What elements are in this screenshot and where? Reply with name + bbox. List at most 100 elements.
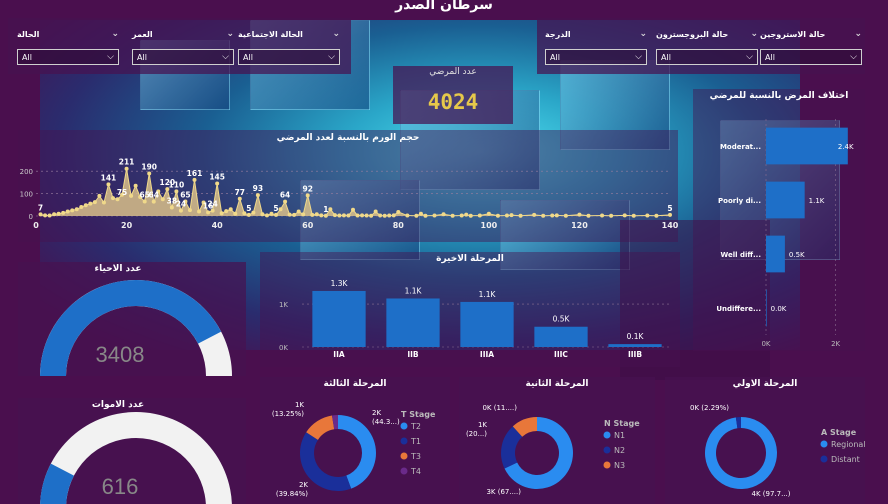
chevron-down-icon[interactable]: ⌄ <box>854 29 862 39</box>
data-point <box>563 213 568 218</box>
slice-label: 4K (97.7...) <box>752 490 791 498</box>
x-tick-label: 0 <box>33 221 39 230</box>
data-point <box>47 213 52 218</box>
slicer-label: العمر <box>132 29 153 39</box>
data-point <box>124 166 129 171</box>
data-point <box>174 189 179 194</box>
data-point <box>396 209 401 214</box>
data-point <box>441 212 446 217</box>
data-point <box>387 213 392 218</box>
data-point <box>631 213 636 218</box>
data-label: 92 <box>302 184 312 193</box>
chevron-down-icon[interactable]: ⌄ <box>111 29 119 39</box>
data-point <box>418 211 423 216</box>
y-tick-label: 1K <box>279 301 288 309</box>
value-label: 0.5K <box>789 251 805 259</box>
data-point <box>314 212 319 217</box>
bar <box>766 235 785 273</box>
legend-title: T Stage <box>401 410 436 419</box>
data-point <box>382 213 387 218</box>
slice-label: 0K (2.29%) <box>690 404 729 412</box>
data-point <box>373 209 378 214</box>
bar <box>766 181 805 219</box>
a-stage-chart[interactable]: A Stage Regional Distant 4K (97.7...) 0K (2.… <box>665 377 865 504</box>
legend-swatch <box>820 440 828 448</box>
data-point <box>477 213 482 218</box>
slicer-progesterone[interactable]: حالة البروجسترون ⌄ All ⌵ <box>656 27 758 65</box>
slicer-dropdown[interactable]: All ⌵ <box>132 49 234 65</box>
slicer-value: All <box>22 52 32 62</box>
dead-gauge-value: 616 <box>101 474 139 499</box>
slicer-estrogen[interactable]: حالة الاستروجين ⌄ All ⌵ <box>760 27 862 65</box>
data-point <box>160 197 165 202</box>
bar <box>460 301 514 347</box>
differentiation-chart[interactable]: 0K 2K Moderat... 2.4K Poorly di... 1.1K Well d… <box>693 89 865 351</box>
data-label: 64 <box>280 191 290 200</box>
slicer-value: All <box>550 52 560 62</box>
data-label: 7 <box>38 203 43 212</box>
data-point <box>79 205 84 210</box>
slicer-dropdown[interactable]: All ⌵ <box>238 49 340 65</box>
data-point <box>328 207 333 212</box>
slicer-value: All <box>661 52 671 62</box>
data-label: 141 <box>101 173 117 182</box>
data-point <box>495 213 500 218</box>
slice-label: 1K <box>478 421 487 429</box>
chevron-down-icon[interactable]: ⌄ <box>750 29 758 39</box>
data-point <box>360 213 365 218</box>
legend-swatch <box>400 437 408 445</box>
x-tick-label: 100 <box>481 221 498 230</box>
chevron-down-icon[interactable]: ⌄ <box>639 29 647 39</box>
slicer-status[interactable]: الحالة ⌄ All ⌵ <box>17 27 119 65</box>
slicer-grade[interactable]: الدرجة ⌄ All ⌵ <box>545 27 647 65</box>
latest-stage-chart[interactable]: 0K 1K 1.3K IIA 1.1K IIB 1.1K IIIA 0.5K IIIC 0.1K II… <box>260 252 680 367</box>
data-point <box>133 183 138 188</box>
data-point <box>346 213 351 218</box>
data-point <box>219 211 224 216</box>
data-point <box>405 213 410 218</box>
data-label: 24 <box>207 200 217 209</box>
data-point <box>106 182 111 187</box>
data-label: 64 <box>149 191 159 200</box>
chevron-down-icon[interactable]: ⌄ <box>226 29 234 39</box>
dropdown-arrow-icon: ⌵ <box>107 52 114 62</box>
data-label: 145 <box>209 173 225 182</box>
legend-swatch <box>603 461 611 469</box>
slicer-dropdown[interactable]: All ⌵ <box>656 49 758 65</box>
data-point <box>369 213 374 218</box>
data-point <box>129 193 134 198</box>
legend-swatch <box>400 467 408 475</box>
data-point <box>341 213 346 218</box>
slicer-label: الحالة <box>17 29 40 39</box>
data-point <box>274 212 279 217</box>
data-point <box>554 213 559 218</box>
y-tick-label: 0 <box>29 213 33 221</box>
data-point <box>264 213 269 218</box>
x-tick-label: 60 <box>302 221 314 230</box>
chevron-down-icon[interactable]: ⌄ <box>332 29 340 39</box>
data-point <box>151 199 156 204</box>
slicer-age[interactable]: العمر ⌄ All ⌵ <box>132 27 234 65</box>
data-point <box>43 213 48 218</box>
data-label: 65 <box>180 190 190 199</box>
data-point <box>246 212 251 217</box>
slicer-dropdown[interactable]: All ⌵ <box>545 49 647 65</box>
data-point <box>532 212 537 217</box>
legend-title: A Stage <box>821 428 857 437</box>
slicer-dropdown[interactable]: All ⌵ <box>760 49 862 65</box>
data-point <box>301 212 306 217</box>
t-stage-chart[interactable]: T StageT2T1T3T42K(44.3...)2K(39.84%)1K(1… <box>260 377 450 504</box>
value-label: 1.1K <box>809 197 825 205</box>
data-point <box>278 207 283 212</box>
tumor-size-chart[interactable]: 01002000 20 40 60 80 100 120 140714121175190646… <box>18 130 678 242</box>
slicer-value: All <box>243 52 253 62</box>
n-stage-chart[interactable]: N Stage N1 N2 N3 3K (67....) 1K(20...) 0K (11.… <box>459 377 655 504</box>
slicer-marital-status[interactable]: الحالة الاجتماعية ⌄ All ⌵ <box>238 27 340 65</box>
data-point <box>355 213 360 218</box>
data-label: 190 <box>141 162 157 171</box>
data-point <box>260 212 265 217</box>
legend-label: T3 <box>410 452 421 461</box>
alive-gauge-value: 3408 <box>95 342 145 367</box>
slicer-dropdown[interactable]: All ⌵ <box>17 49 119 65</box>
data-point <box>310 212 315 217</box>
